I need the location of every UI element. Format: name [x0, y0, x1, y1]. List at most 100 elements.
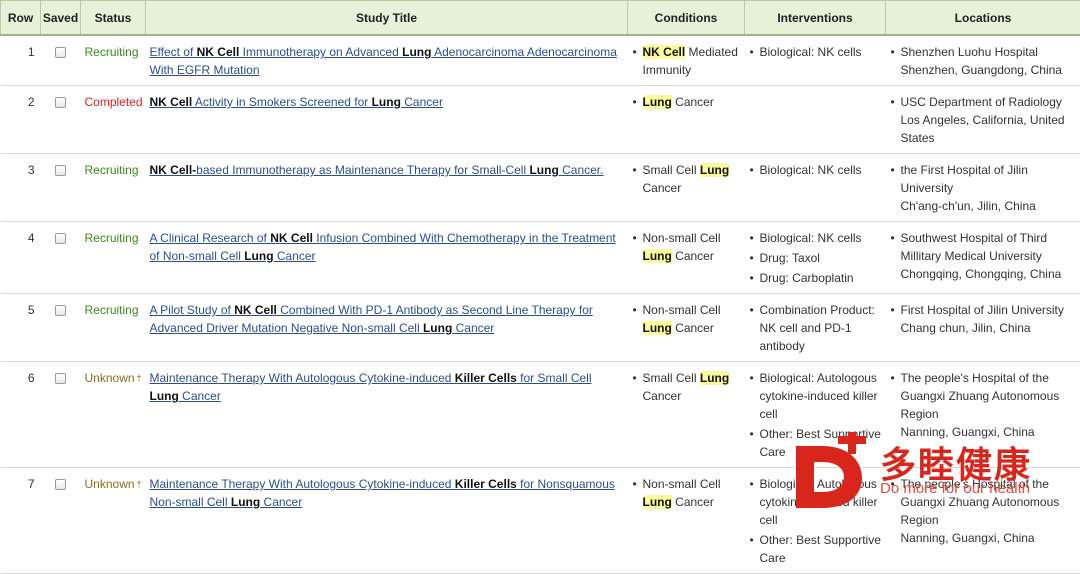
status-text: Completed	[81, 86, 146, 154]
locations-list: Southwest Hospital of Third Millitary Me…	[890, 229, 1077, 283]
highlighted-term: Lung	[643, 249, 672, 263]
interventions-list: Biological: Autologous cytokine-induced …	[749, 475, 882, 567]
table-row: 3RecruitingNK Cell-based Immunotherapy a…	[1, 154, 1080, 222]
row-number: 6	[1, 362, 41, 468]
table-row: 6 Unknown†Maintenance Therapy With Autolo…	[1, 362, 1080, 468]
saved-checkbox[interactable]	[55, 233, 66, 244]
highlighted-term: Lung	[643, 495, 672, 509]
search-term: NK Cell	[234, 303, 277, 317]
location-item: The people's Hospital of the Guangxi Zhu…	[901, 475, 1077, 547]
study-title-cell: A Clinical Research of NK Cell Infusion …	[146, 222, 628, 294]
search-term: Lung	[423, 321, 452, 335]
intervention-item: Drug: Carboplatin	[760, 269, 882, 287]
interventions-cell: Biological: Autologous cytokine-induced …	[745, 362, 886, 468]
study-title-link[interactable]: Maintenance Therapy With Autologous Cyto…	[150, 371, 592, 403]
interventions-cell: Biological: NK cells	[745, 154, 886, 222]
conditions-list: Small Cell Lung Cancer	[632, 369, 741, 405]
interventions-list: Biological: NK cellsDrug: TaxolDrug: Car…	[749, 229, 882, 287]
highlighted-term: Lung	[643, 321, 672, 335]
location-item: The people's Hospital of the Guangxi Zhu…	[901, 369, 1077, 441]
interventions-list: Biological: NK cells	[749, 161, 882, 179]
status-dagger-icon: †	[137, 373, 142, 383]
locations-cell: The people's Hospital of the Guangxi Zhu…	[886, 468, 1080, 574]
search-term: NK Cell	[197, 45, 240, 59]
interventions-list: Biological: NK cells	[749, 43, 882, 61]
study-title-cell: Maintenance Therapy With Autologous Cyto…	[146, 362, 628, 468]
interventions-cell: Biological: NK cellsDrug: TaxolDrug: Car…	[745, 222, 886, 294]
status-text: Recruiting	[81, 222, 146, 294]
search-term: Lung	[529, 163, 558, 177]
condition-item: NK Cell Mediated Immunity	[643, 43, 741, 79]
search-term: NK Cell	[270, 231, 313, 245]
search-term: Killer Cells	[455, 477, 517, 491]
col-header-study-title[interactable]: Study Title	[146, 1, 628, 36]
row-number: 3	[1, 154, 41, 222]
study-title-link[interactable]: NK Cell-based Immunotherapy as Maintenan…	[150, 163, 604, 177]
saved-checkbox[interactable]	[55, 479, 66, 490]
search-term: Killer Cells	[455, 371, 517, 385]
intervention-item: Other: Best Supportive Care	[760, 425, 882, 461]
search-term: Lung	[372, 95, 401, 109]
study-title-cell: Effect of NK Cell Immunotherapy on Advan…	[146, 35, 628, 86]
conditions-cell: Non-small Cell Lung Cancer	[628, 294, 745, 362]
study-title-cell: A Pilot Study of NK Cell Combined With P…	[146, 294, 628, 362]
table-header-row: Row Saved Status Study Title Conditions …	[1, 1, 1080, 36]
conditions-cell: Non-small Cell Lung Cancer	[628, 222, 745, 294]
locations-cell: the First Hospital of Jilin UniversityCh…	[886, 154, 1080, 222]
study-title-link[interactable]: A Clinical Research of NK Cell Infusion …	[150, 231, 616, 263]
saved-checkbox[interactable]	[55, 97, 66, 108]
highlighted-term: NK Cell	[643, 45, 686, 59]
saved-checkbox[interactable]	[55, 373, 66, 384]
location-item: First Hospital of Jilin UniversityChang …	[901, 301, 1077, 337]
row-number: 5	[1, 294, 41, 362]
interventions-cell: Biological: NK cells	[745, 35, 886, 86]
row-number: 4	[1, 222, 41, 294]
locations-cell: The people's Hospital of the Guangxi Zhu…	[886, 362, 1080, 468]
study-title-link[interactable]: Maintenance Therapy With Autologous Cyto…	[150, 477, 615, 509]
saved-cell	[41, 468, 81, 574]
status-text: Unknown†	[81, 362, 146, 468]
locations-cell: First Hospital of Jilin UniversityChang …	[886, 294, 1080, 362]
saved-checkbox[interactable]	[55, 165, 66, 176]
col-header-locations[interactable]: Locations	[886, 1, 1080, 36]
conditions-list: Lung Cancer	[632, 93, 741, 111]
conditions-list: Non-small Cell Lung Cancer	[632, 475, 741, 511]
location-item: Southwest Hospital of Third Millitary Me…	[901, 229, 1077, 283]
conditions-cell: NK Cell Mediated Immunity	[628, 35, 745, 86]
locations-list: First Hospital of Jilin UniversityChang …	[890, 301, 1077, 337]
condition-item: Non-small Cell Lung Cancer	[643, 301, 741, 337]
condition-item: Small Cell Lung Cancer	[643, 161, 741, 197]
row-number: 1	[1, 35, 41, 86]
intervention-item: Other: Best Supportive Care	[760, 531, 882, 567]
condition-item: Non-small Cell Lung Cancer	[643, 229, 741, 265]
locations-list: The people's Hospital of the Guangxi Zhu…	[890, 369, 1077, 441]
col-header-conditions[interactable]: Conditions	[628, 1, 745, 36]
study-title-link[interactable]: A Pilot Study of NK Cell Combined With P…	[150, 303, 593, 335]
table-row: 5RecruitingA Pilot Study of NK Cell Comb…	[1, 294, 1080, 362]
search-term: Lung	[244, 249, 273, 263]
saved-checkbox[interactable]	[55, 47, 66, 58]
col-header-status[interactable]: Status	[81, 1, 146, 36]
study-title-cell: NK Cell Activity in Smokers Screened for…	[146, 86, 628, 154]
intervention-item: Combination Product: NK cell and PD-1 an…	[760, 301, 882, 355]
study-title-cell: Maintenance Therapy With Autologous Cyto…	[146, 468, 628, 574]
col-header-saved[interactable]: Saved	[41, 1, 81, 36]
conditions-cell: Non-small Cell Lung Cancer	[628, 468, 745, 574]
condition-item: Small Cell Lung Cancer	[643, 369, 741, 405]
row-number: 7	[1, 468, 41, 574]
search-term: NK Cell-	[150, 163, 197, 177]
intervention-item: Biological: NK cells	[760, 229, 882, 247]
interventions-list: Combination Product: NK cell and PD-1 an…	[749, 301, 882, 355]
saved-checkbox[interactable]	[55, 305, 66, 316]
locations-list: The people's Hospital of the Guangxi Zhu…	[890, 475, 1077, 547]
conditions-cell: Small Cell Lung Cancer	[628, 154, 745, 222]
col-header-row[interactable]: Row	[1, 1, 41, 36]
locations-list: the First Hospital of Jilin UniversityCh…	[890, 161, 1077, 215]
saved-cell	[41, 222, 81, 294]
study-title-link[interactable]: Effect of NK Cell Immunotherapy on Advan…	[150, 45, 617, 77]
interventions-cell: Biological: Autologous cytokine-induced …	[745, 468, 886, 574]
study-title-link[interactable]: NK Cell Activity in Smokers Screened for…	[150, 95, 443, 109]
col-header-interventions[interactable]: Interventions	[745, 1, 886, 36]
location-item: Shenzhen Luohu HospitalShenzhen, Guangdo…	[901, 43, 1077, 79]
highlighted-term: Lung	[700, 371, 729, 385]
